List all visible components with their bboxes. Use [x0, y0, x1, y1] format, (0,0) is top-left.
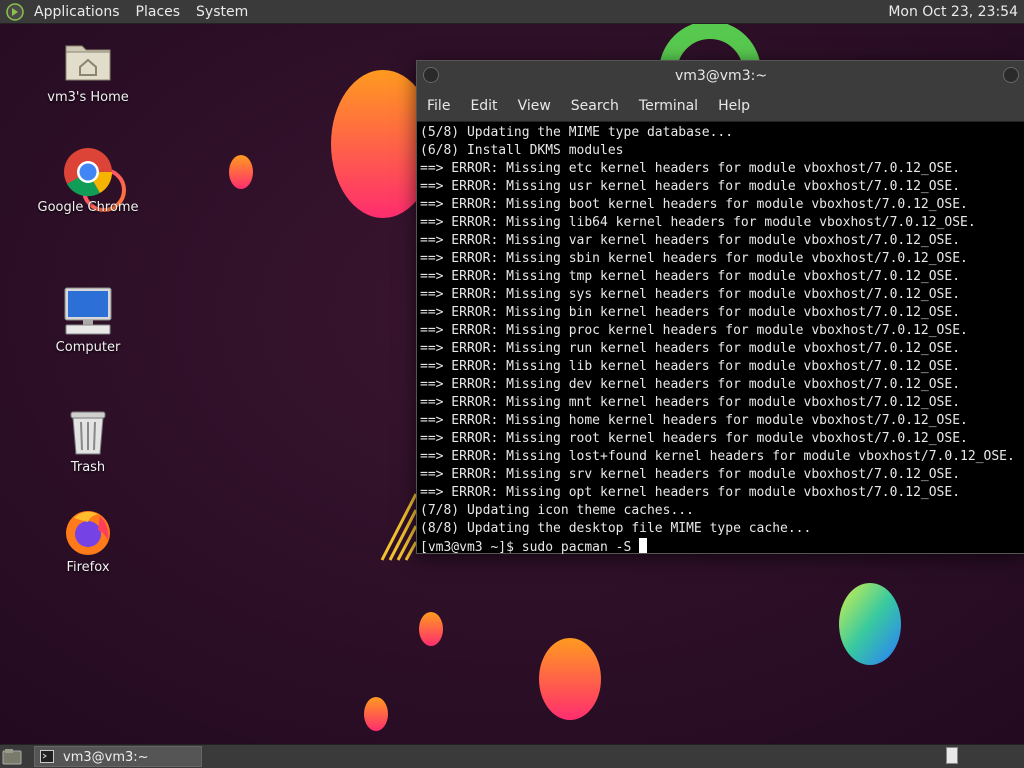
- terminal-icon: [40, 750, 54, 763]
- taskbar-label: vm3@vm3:~: [63, 750, 149, 765]
- firefox-icon: [66, 511, 110, 555]
- menu-search[interactable]: Search: [561, 98, 629, 114]
- taskbar-terminal-button[interactable]: vm3@vm3:~: [34, 746, 202, 767]
- terminal-line: ==> ERROR: Missing var kernel headers fo…: [420, 233, 961, 248]
- terminal-line: (8/8) Updating the desktop file MIME typ…: [420, 521, 812, 536]
- desktop-icon-label: Firefox: [66, 560, 110, 575]
- terminal-line: ==> ERROR: Missing sbin kernel headers f…: [420, 251, 968, 266]
- chrome-icon: [64, 148, 113, 197]
- terminal-window[interactable]: vm3@vm3:~ File Edit View Search Terminal…: [416, 60, 1024, 557]
- workspace-switcher[interactable]: [946, 747, 958, 764]
- desktop-icon-home[interactable]: vm3's Home: [33, 36, 143, 105]
- terminal-line: ==> ERROR: Missing mnt kernel headers fo…: [420, 395, 961, 410]
- menu-file[interactable]: File: [417, 98, 460, 114]
- desktop-icon-label: Trash: [70, 460, 106, 475]
- desktop-icon-google-chrome[interactable]: Google Chrome: [33, 146, 143, 215]
- terminal-line: ==> ERROR: Missing etc kernel headers fo…: [420, 161, 961, 176]
- desktop-icon-firefox[interactable]: Firefox: [33, 506, 143, 575]
- home-folder-icon: [65, 45, 111, 81]
- menu-terminal[interactable]: Terminal: [629, 98, 708, 114]
- window-title: vm3@vm3:~: [674, 68, 768, 84]
- shell-prompt: [vm3@vm3 ~]$ sudo pacman -S: [420, 540, 640, 555]
- terminal-menubar: File Edit View Search Terminal Help: [417, 91, 1024, 122]
- top-panel: Applications Places System Mon Oct 23, 2…: [0, 0, 1024, 24]
- window-menu-button[interactable]: [423, 67, 439, 83]
- terminal-line: ==> ERROR: Missing run kernel headers fo…: [420, 341, 961, 356]
- desktop-icon-label: Google Chrome: [37, 200, 139, 215]
- computer-icon: [64, 287, 112, 335]
- menu-help[interactable]: Help: [708, 98, 760, 114]
- terminal-line: ==> ERROR: Missing usr kernel headers fo…: [420, 179, 961, 194]
- trash-icon: [70, 411, 106, 455]
- terminal-line: ==> ERROR: Missing boot kernel headers f…: [420, 197, 968, 212]
- prompt-line[interactable]: [vm3@vm3 ~]$ sudo pacman -S: [420, 538, 1024, 557]
- terminal-output[interactable]: (5/8) Updating the MIME type database...…: [417, 122, 1024, 557]
- clock[interactable]: Mon Oct 23, 23:54: [888, 0, 1018, 24]
- menu-edit[interactable]: Edit: [460, 98, 507, 114]
- applications-logo-icon[interactable]: [6, 2, 24, 21]
- terminal-line: ==> ERROR: Missing lib kernel headers fo…: [420, 359, 961, 374]
- terminal-line: ==> ERROR: Missing lost+found kernel hea…: [420, 449, 1015, 464]
- terminal-line: ==> ERROR: Missing tmp kernel headers fo…: [420, 269, 961, 284]
- terminal-line: ==> ERROR: Missing srv kernel headers fo…: [420, 467, 961, 482]
- terminal-line: ==> ERROR: Missing proc kernel headers f…: [420, 323, 968, 338]
- terminal-line: ==> ERROR: Missing lib64 kernel headers …: [420, 215, 976, 230]
- terminal-line: ==> ERROR: Missing root kernel headers f…: [420, 431, 968, 446]
- terminal-line: ==> ERROR: Missing sys kernel headers fo…: [420, 287, 961, 302]
- places-menu[interactable]: Places: [128, 0, 189, 24]
- terminal-line: ==> ERROR: Missing home kernel headers f…: [420, 413, 968, 428]
- terminal-lines: (5/8) Updating the MIME type database...…: [420, 124, 1024, 538]
- terminal-line: (6/8) Install DKMS modules: [420, 143, 624, 158]
- desktop-icon-label: Computer: [55, 340, 121, 355]
- show-desktop-icon[interactable]: [2, 748, 22, 765]
- terminal-line: ==> ERROR: Missing opt kernel headers fo…: [420, 485, 961, 500]
- bottom-panel: vm3@vm3:~: [0, 744, 1024, 768]
- desktop-icon-computer[interactable]: Computer: [33, 286, 143, 355]
- text-cursor: [639, 538, 648, 553]
- menu-view[interactable]: View: [508, 98, 561, 114]
- window-titlebar[interactable]: vm3@vm3:~: [417, 61, 1024, 91]
- close-button[interactable]: [1003, 67, 1019, 83]
- system-menu[interactable]: System: [188, 0, 256, 24]
- desktop-icon-trash[interactable]: Trash: [33, 406, 143, 475]
- desktop-icon-label: vm3's Home: [47, 90, 129, 105]
- terminal-line: (5/8) Updating the MIME type database...: [420, 125, 734, 140]
- applications-menu[interactable]: Applications: [26, 0, 128, 24]
- terminal-line: (7/8) Updating icon theme caches...: [420, 503, 694, 518]
- terminal-line: ==> ERROR: Missing bin kernel headers fo…: [420, 305, 961, 320]
- terminal-line: ==> ERROR: Missing dev kernel headers fo…: [420, 377, 961, 392]
